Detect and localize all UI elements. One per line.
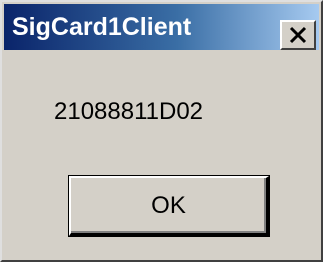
close-icon — [289, 26, 307, 44]
ok-button-label: OK — [151, 191, 186, 219]
dialog-message: 21088811D02 — [54, 98, 204, 125]
message-dialog: SigCard1Client 21088811D02 OK — [0, 0, 323, 262]
close-button[interactable] — [280, 20, 316, 50]
ok-button[interactable]: OK — [69, 176, 269, 236]
window-title: SigCard1Client — [12, 13, 192, 41]
title-bar[interactable]: SigCard1Client — [4, 4, 319, 50]
